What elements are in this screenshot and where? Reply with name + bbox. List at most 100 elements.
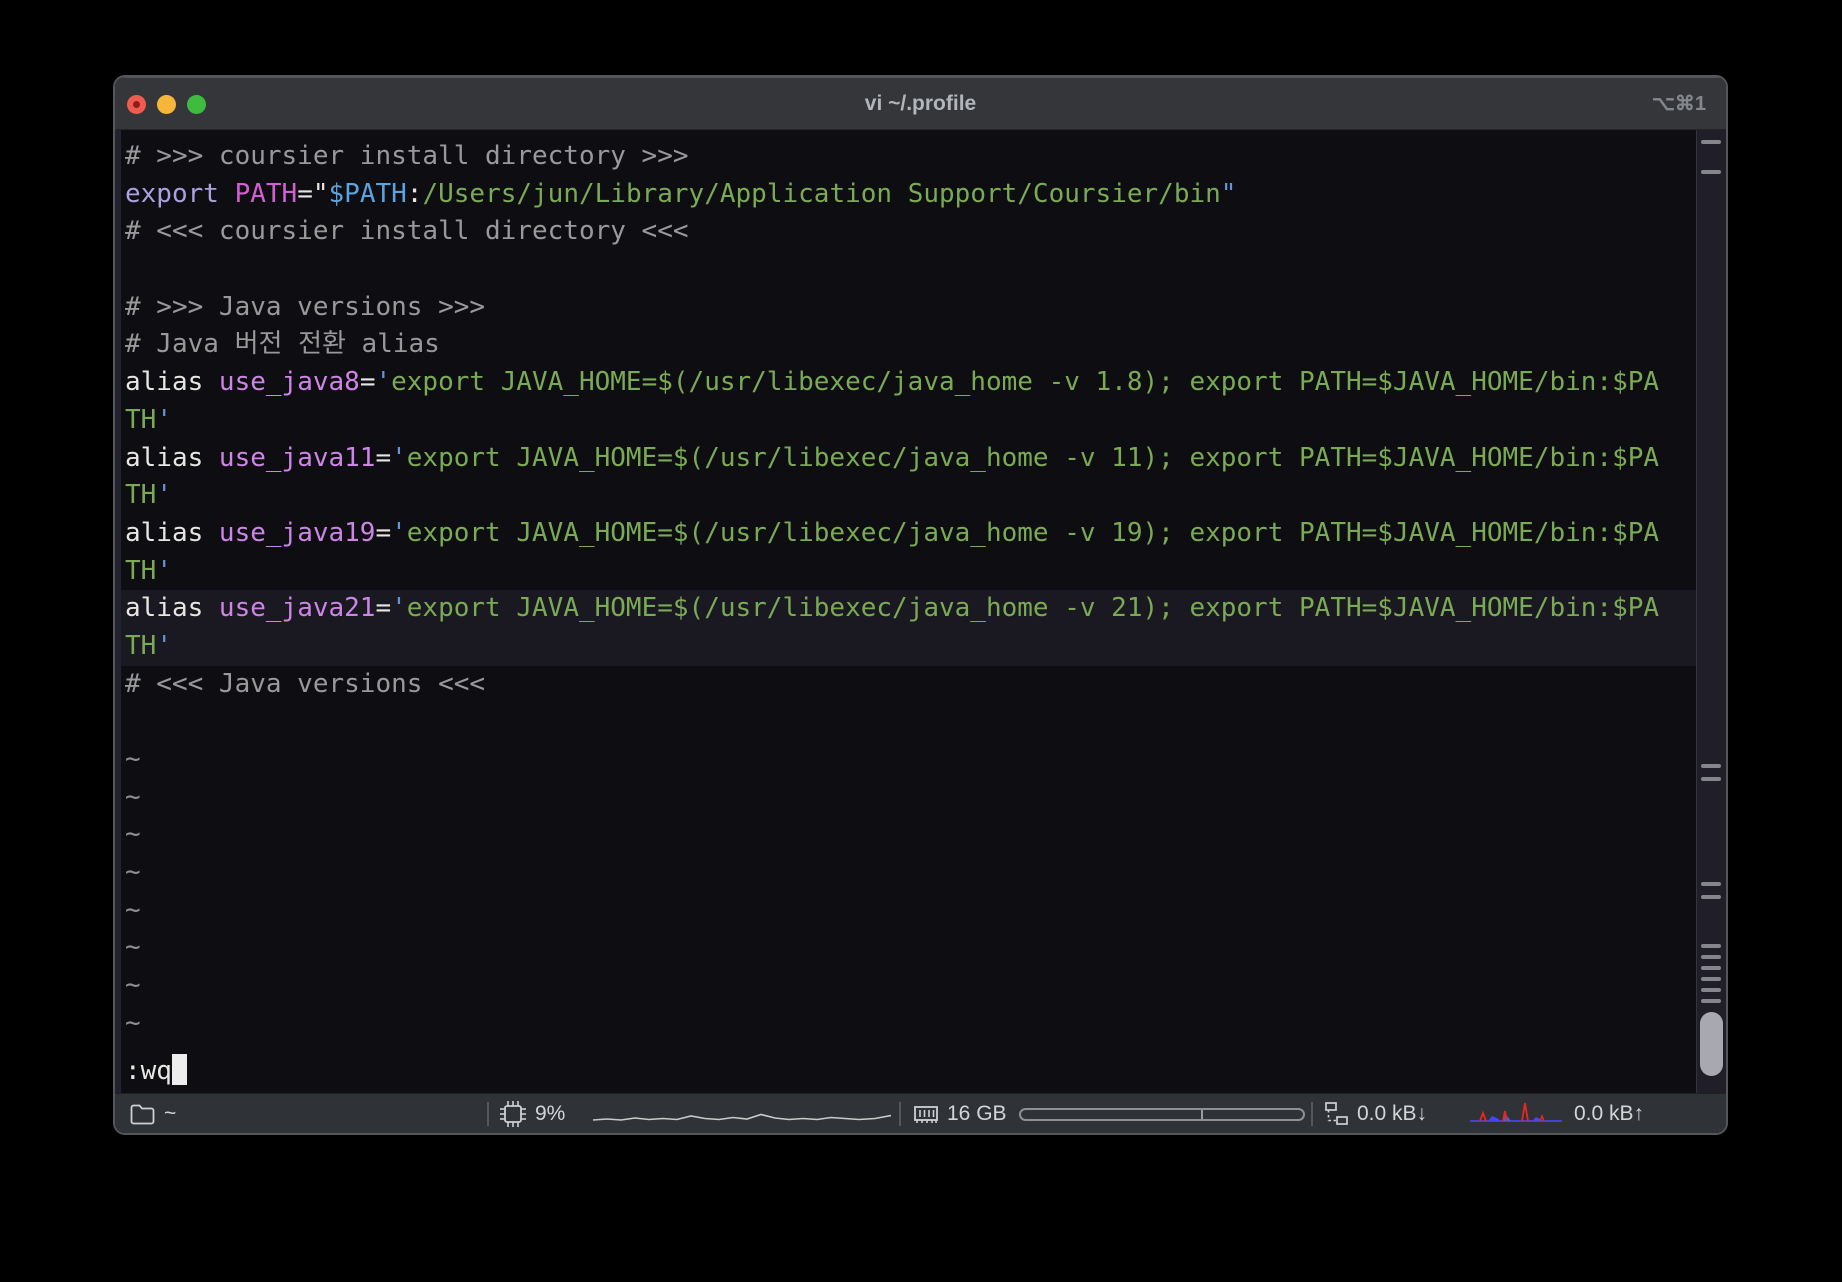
terminal-line: alias use_java21='export JAVA_HOME=$(/us… [115,590,1696,628]
network-up-indicator: 0.0 kB↑ [1574,1094,1645,1133]
terminal-line: ~ [125,816,1696,854]
syntax-comment: # Java 버전 전환 alias [125,329,440,360]
scrollbar-mark [1701,966,1721,970]
left-gutter [115,130,121,1093]
syntax-quote: ' [156,555,172,586]
network-down-indicator: 0.0 kB↓ [1323,1094,1427,1133]
syntax-plain: = [375,593,392,624]
terminal-line: ~ [125,929,1696,967]
memory-icon [914,1106,938,1123]
terminal-line: ~ [125,741,1696,779]
syntax-quote: ' [156,480,172,511]
cpu-icon [500,1101,526,1127]
scrollbar-mark [1701,944,1721,948]
scrollbar-mark [1701,955,1721,959]
network-up-value: 0.0 kB↑ [1574,1102,1645,1125]
network-graph [1470,1094,1562,1133]
terminal-line: ~ [125,854,1696,892]
syntax-variable: PATH [234,178,298,209]
scrollbar-mark [1701,977,1721,981]
syntax-deref: $PATH [328,178,407,209]
terminal-line: alias use_java8='export JAVA_HOME=$(/usr… [125,364,1696,402]
window-title: vi ~/.profile [864,92,977,115]
terminal-line: ~ [125,779,1696,817]
window-shortcut-badge: ⌥⌘1 [1651,93,1706,115]
terminal-line: ~ [125,967,1696,1005]
scrollbar-thumb[interactable] [1700,1012,1723,1076]
syntax-tilde: ~ [125,744,141,774]
scrollbar-mark [1701,895,1721,899]
status-divider [487,1102,489,1126]
status-divider [899,1102,901,1126]
scrollbar-mark [1701,170,1721,174]
terminal-window: vi ~/.profile ⌥⌘1 # >>> coursier install… [113,75,1728,1135]
title-bar[interactable]: vi ~/.profile ⌥⌘1 [115,77,1726,130]
terminal-line: TH' [125,477,1696,515]
syntax-string: export JAVA_HOME=$(/usr/libexec/java_hom… [406,442,1660,473]
syntax-quote: ' [391,517,407,548]
syntax-string: export JAVA_HOME=$(/usr/libexec/java_hom… [406,517,1660,548]
terminal-line: # <<< coursier install directory <<< [125,213,1696,251]
syntax-quote: ' [391,593,407,624]
syntax-comment: # <<< coursier install directory <<< [125,216,689,247]
scrollbar-mark [1701,882,1721,886]
memory-bar [1019,1108,1305,1121]
cpu-graph [593,1094,891,1133]
terminal-line: # <<< Java versions <<< [125,666,1696,704]
syntax-alias_name: use_java21 [218,593,376,624]
syntax-plain: = [375,517,392,548]
syntax-quote: " [1220,178,1237,209]
cwd-label: ~ [164,1102,177,1125]
terminal-line: # >>> coursier install directory >>> [125,138,1696,176]
syntax-quote: ' [156,630,172,661]
scrollbar-mark [1701,999,1721,1003]
syntax-string: TH [125,630,157,661]
status-divider [1311,1102,1313,1126]
memory-bar-tick [1201,1110,1204,1119]
syntax-plain: alias [125,442,219,473]
syntax-plain [219,179,235,209]
memory-value: 16 GB [947,1102,1007,1125]
scrollbar-mark [1701,140,1721,144]
folder-icon [130,1104,155,1125]
cwd-indicator: ~ [129,1094,177,1133]
syntax-plain: = [375,442,392,473]
syntax-plain: : [406,178,423,209]
syntax-tilde: ~ [125,819,141,850]
terminal-line: TH' [125,553,1696,591]
syntax-comment: # >>> Java versions >>> [125,291,486,322]
syntax-plain: =" [297,178,329,209]
syntax-plain: = [359,367,376,398]
terminal-text: # >>> coursier install directory >>> expo… [115,130,1696,1093]
scrollbar-mark [1701,777,1721,781]
terminal-screen[interactable]: # >>> coursier install directory >>> expo… [115,130,1726,1093]
syntax-plain: alias [125,367,219,398]
syntax-tilde: ~ [125,1007,141,1038]
scrollbar-mark [1701,764,1721,768]
scrollbar[interactable] [1696,130,1726,1093]
memory-indicator: 16 GB [913,1094,1007,1133]
syntax-tilde: ~ [125,894,141,925]
syntax-tilde: ~ [125,857,141,888]
syntax-alias_name: use_java19 [218,517,376,548]
syntax-tilde: ~ [125,970,141,1001]
syntax-string: /Users/jun/Library/Application Support/C… [422,178,1221,209]
syntax-tilde: ~ [125,781,141,812]
syntax-string: TH [125,480,157,511]
syntax-comment: # >>> coursier install directory >>> [125,141,689,171]
syntax-plain: alias [125,517,219,548]
syntax-keyword: export [125,178,219,209]
cpu-value: 9% [535,1102,566,1125]
syntax-string: export JAVA_HOME=$(/usr/libexec/java_hom… [406,593,1660,624]
syntax-comment: # <<< Java versions <<< [125,668,486,699]
syntax-plain: alias [125,593,219,624]
terminal-line: alias use_java19='export JAVA_HOME=$(/us… [125,515,1696,553]
network-icon [1325,1102,1348,1125]
terminal-line: ~ [125,1005,1696,1043]
cpu-indicator: 9% [499,1094,566,1133]
terminal-line: alias use_java11='export JAVA_HOME=$(/us… [125,440,1696,478]
syntax-tilde: ~ [125,932,141,963]
syntax-string: TH [125,555,157,586]
